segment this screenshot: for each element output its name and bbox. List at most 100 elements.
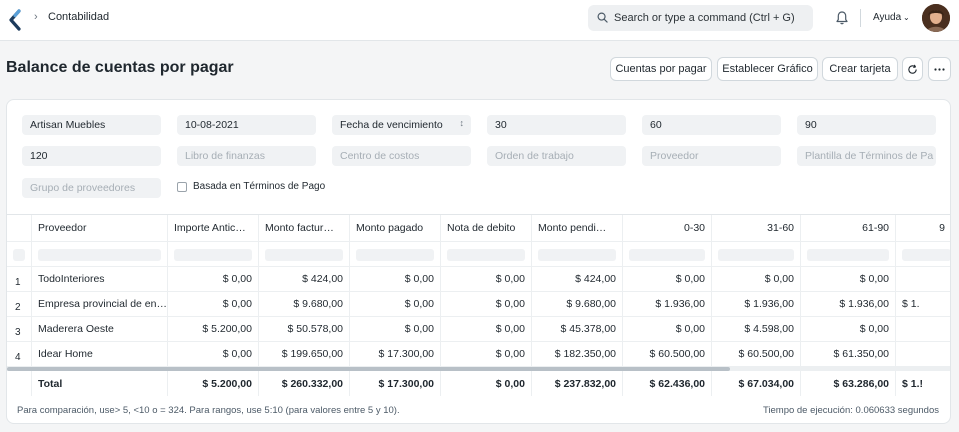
cost-center-filter[interactable]: Centro de costos: [332, 146, 471, 166]
table-cell[interactable]: [896, 267, 950, 291]
table-cell[interactable]: $ 9.680,00: [532, 292, 623, 316]
table-cell[interactable]: $ 60.500,00: [623, 342, 712, 366]
ageing-based-on-select[interactable]: Fecha de vencimiento: [332, 115, 471, 135]
total-cell: $ 17.300,00: [350, 371, 441, 396]
page-title: Balance de cuentas por pagar: [6, 59, 234, 76]
column-header[interactable]: 9: [896, 215, 950, 241]
table-cell[interactable]: $ 0,00: [168, 267, 259, 291]
supplier-cell[interactable]: TodoInteriores: [32, 267, 168, 291]
column-header[interactable]: Monto pagado: [350, 215, 441, 241]
column-filter-input[interactable]: [13, 249, 25, 261]
refresh-button[interactable]: [902, 57, 923, 81]
filter-cell: [441, 242, 532, 266]
more-button[interactable]: [928, 57, 951, 81]
table-row[interactable]: 4 Idear Home $ 0,00 $ 199.650,00 $ 17.30…: [7, 342, 950, 367]
supplier-cell[interactable]: Maderera Oeste: [32, 317, 168, 341]
range1-filter[interactable]: 30: [487, 115, 626, 135]
table-cell[interactable]: $ 45.378,00: [532, 317, 623, 341]
filter-cell: [168, 242, 259, 266]
filter-cell: [712, 242, 801, 266]
table-cell[interactable]: $ 0,00: [801, 267, 896, 291]
table-cell[interactable]: $ 182.350,00: [532, 342, 623, 366]
table-cell[interactable]: $ 0,00: [350, 317, 441, 341]
column-header[interactable]: Importe Antic…: [168, 215, 259, 241]
column-filter-input[interactable]: [718, 249, 794, 261]
table-cell[interactable]: $ 0,00: [350, 267, 441, 291]
column-header[interactable]: 61-90: [801, 215, 896, 241]
filter-cell: [623, 242, 712, 266]
table-cell[interactable]: $ 1.936,00: [623, 292, 712, 316]
payment-terms-checkbox[interactable]: [177, 182, 187, 192]
row-number: 3: [7, 317, 32, 341]
report-date-filter[interactable]: 10-08-2021: [177, 115, 316, 135]
column-filter-input[interactable]: [902, 249, 950, 261]
column-header[interactable]: Nota de debito: [441, 215, 532, 241]
help-menu[interactable]: Ayuda: [873, 12, 901, 23]
table-cell[interactable]: $ 4.598,00: [712, 317, 801, 341]
column-header[interactable]: Proveedor: [32, 215, 168, 241]
column-filter-input[interactable]: [356, 249, 434, 261]
column-filter-input[interactable]: [629, 249, 705, 261]
search-bar[interactable]: Search or type a command (Ctrl + G): [588, 5, 813, 31]
user-avatar[interactable]: [922, 4, 950, 32]
set-chart-button[interactable]: Establecer Gráfico: [717, 57, 818, 81]
range4-filter[interactable]: 120: [22, 146, 161, 166]
supplier-group-filter[interactable]: Grupo de proveedores: [22, 178, 161, 198]
table-cell[interactable]: $ 0,00: [712, 267, 801, 291]
column-header[interactable]: Monto pendi…: [532, 215, 623, 241]
table-cell[interactable]: $ 0,00: [441, 342, 532, 366]
table-cell[interactable]: $ 0,00: [168, 342, 259, 366]
table-cell[interactable]: $ 0,00: [441, 267, 532, 291]
notification-bell-icon[interactable]: [834, 10, 850, 26]
navbar: › Contabilidad Search or type a command …: [0, 0, 959, 41]
table-cell[interactable]: $ 1.936,00: [801, 292, 896, 316]
table-cell[interactable]: $ 9.680,00: [259, 292, 350, 316]
table-row[interactable]: 2 Empresa provincial de en… $ 0,00 $ 9.6…: [7, 292, 950, 317]
table-cell[interactable]: $ 0,00: [623, 317, 712, 341]
supplier-cell[interactable]: Idear Home: [32, 342, 168, 366]
table-cell[interactable]: $ 0,00: [623, 267, 712, 291]
accounts-payable-button[interactable]: Cuentas por pagar: [610, 57, 712, 81]
work-order-filter[interactable]: Orden de trabajo: [487, 146, 626, 166]
table-row[interactable]: 3 Maderera Oeste $ 5.200,00 $ 50.578,00 …: [7, 317, 950, 342]
chevron-down-icon: ⌄: [903, 13, 910, 22]
supplier-cell[interactable]: Empresa provincial de en…: [32, 292, 168, 316]
table-cell[interactable]: $ 1.936,00: [712, 292, 801, 316]
table-cell[interactable]: [896, 317, 950, 341]
table-cell[interactable]: $ 60.500,00: [712, 342, 801, 366]
create-card-button[interactable]: Crear tarjeta: [822, 57, 898, 81]
table-cell[interactable]: $ 50.578,00: [259, 317, 350, 341]
table-cell[interactable]: $ 17.300,00: [350, 342, 441, 366]
total-cell: $ 237.832,00: [532, 371, 623, 396]
column-filter-input[interactable]: [265, 249, 343, 261]
column-filter-input[interactable]: [174, 249, 252, 261]
table-row[interactable]: 1 TodoInteriores $ 0,00 $ 424,00 $ 0,00 …: [7, 267, 950, 292]
column-header[interactable]: 0-30: [623, 215, 712, 241]
breadcrumb-contabilidad[interactable]: Contabilidad: [48, 11, 109, 23]
table-cell[interactable]: [896, 342, 950, 366]
table-cell[interactable]: $ 424,00: [532, 267, 623, 291]
column-header[interactable]: Monto factur…: [259, 215, 350, 241]
column-filter-input[interactable]: [807, 249, 889, 261]
column-filter-input[interactable]: [38, 249, 161, 261]
table-cell[interactable]: $ 199.650,00: [259, 342, 350, 366]
table-cell[interactable]: $ 0,00: [441, 317, 532, 341]
column-header[interactable]: 31-60: [712, 215, 801, 241]
table-cell[interactable]: $ 0,00: [350, 292, 441, 316]
range2-filter[interactable]: 60: [642, 115, 781, 135]
supplier-filter[interactable]: Proveedor: [642, 146, 781, 166]
table-cell[interactable]: $ 1.: [896, 292, 950, 316]
table-cell[interactable]: $ 61.350,00: [801, 342, 896, 366]
finance-book-filter[interactable]: Libro de finanzas: [177, 146, 316, 166]
column-filter-input[interactable]: [447, 249, 525, 261]
company-filter[interactable]: Artisan Muebles: [22, 115, 161, 135]
range3-filter[interactable]: 90: [797, 115, 936, 135]
app-logo[interactable]: [8, 9, 22, 31]
payment-terms-template-filter[interactable]: Plantilla de Términos de Pa: [797, 146, 936, 166]
table-cell[interactable]: $ 5.200,00: [168, 317, 259, 341]
table-cell[interactable]: $ 424,00: [259, 267, 350, 291]
column-filter-input[interactable]: [538, 249, 616, 261]
table-cell[interactable]: $ 0,00: [168, 292, 259, 316]
table-cell[interactable]: $ 0,00: [441, 292, 532, 316]
table-cell[interactable]: $ 0,00: [801, 317, 896, 341]
